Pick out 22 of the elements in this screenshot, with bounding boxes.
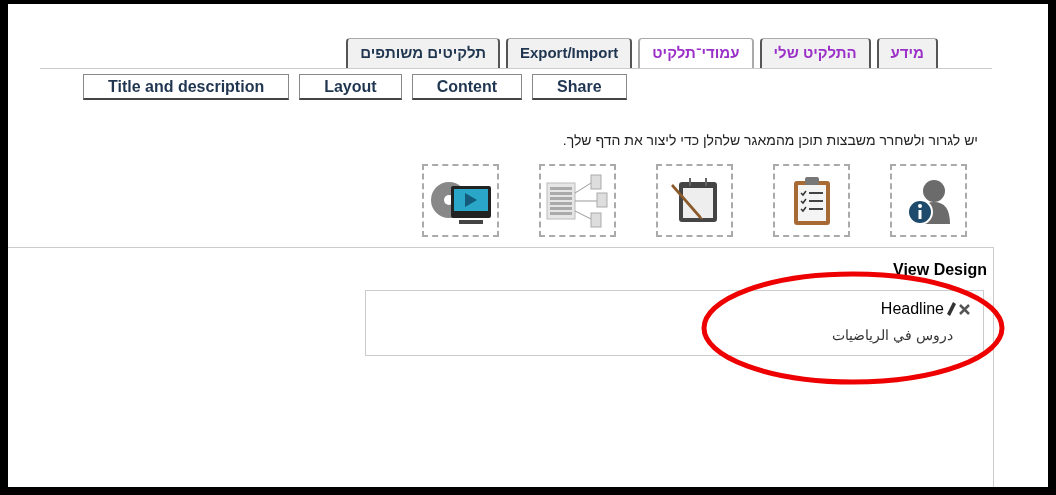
clipboard-icon — [791, 174, 832, 227]
instruction-text: יש לגרור ולשחרר משבצות תוכן מהמאגר שלהלן כדי ליצור את הדף שלך. — [562, 132, 978, 148]
tab[interactable]: התלקיט שלי — [759, 38, 871, 68]
tab[interactable]: עמודי־תלקיט — [638, 38, 754, 68]
section-button[interactable]: Content — [411, 74, 523, 100]
section-button[interactable]: Title and description — [83, 74, 290, 100]
pencil-icon[interactable] — [946, 302, 956, 316]
widget-tile[interactable] — [422, 164, 499, 237]
tab[interactable]: Export/Import — [505, 38, 633, 68]
section-button[interactable]: Layout — [299, 74, 402, 100]
widget-tile[interactable] — [773, 164, 850, 237]
widget-tile[interactable] — [539, 164, 616, 237]
block-title: Headline — [880, 299, 944, 319]
section-title: View Design — [893, 260, 987, 280]
close-icon[interactable] — [958, 302, 971, 316]
tab[interactable]: מידע — [876, 38, 938, 68]
tab[interactable]: תלקיטים משותפים — [346, 38, 500, 68]
widget-tile[interactable] — [656, 164, 733, 237]
widget-tile[interactable] — [890, 164, 967, 237]
section-button[interactable]: Share — [532, 74, 627, 100]
block-text: دروس في الرياضيات — [832, 326, 953, 346]
table-diagram-icon — [544, 172, 611, 229]
